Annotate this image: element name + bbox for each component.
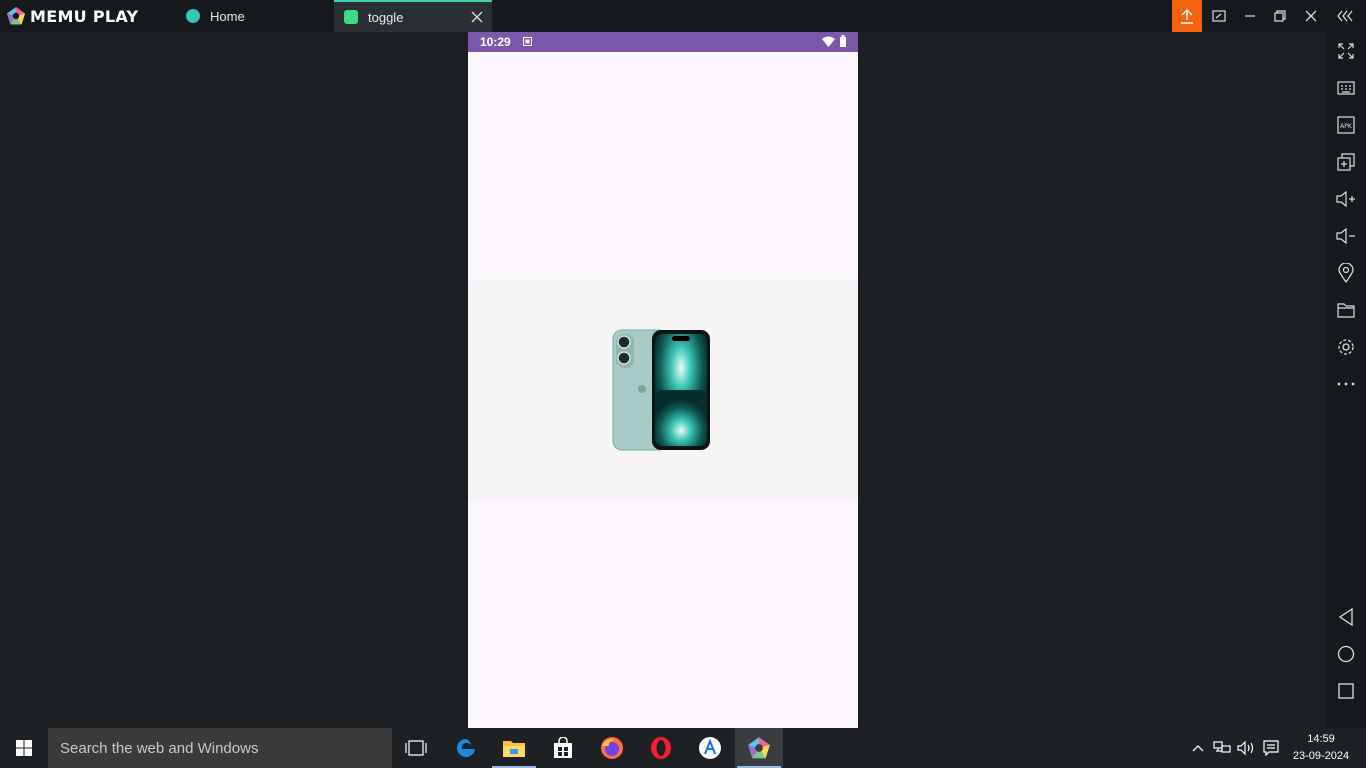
- title-bar: MEMU PLAY Home toggle: [0, 0, 1366, 32]
- task-view-icon: [405, 740, 427, 756]
- start-button[interactable]: [0, 728, 48, 768]
- collapse-sidebar-button[interactable]: [1330, 0, 1361, 32]
- clock-date: 23-09-2024: [1292, 750, 1350, 762]
- memu-taskbar-button[interactable]: [735, 728, 783, 768]
- file-explorer-taskbar-button[interactable]: [490, 728, 538, 768]
- fullscreen-icon: [1338, 43, 1354, 59]
- product-image-area: [468, 280, 858, 500]
- notification-icon: [523, 37, 532, 46]
- screen-icon: [1211, 10, 1226, 22]
- tab-home-label: Home: [210, 8, 245, 24]
- memu-logo: MEMU PLAY: [6, 6, 138, 26]
- battery-icon: [840, 35, 846, 47]
- file-explorer-icon: [503, 741, 525, 757]
- taskbar-search[interactable]: Search the web and Windows: [48, 728, 392, 768]
- tab-toggle-label: toggle: [368, 9, 404, 25]
- close-button[interactable]: [1295, 0, 1326, 32]
- opera-taskbar-button[interactable]: [637, 728, 685, 768]
- close-icon: [1305, 10, 1316, 22]
- volume-button[interactable]: [1234, 728, 1258, 768]
- memu-logo-icon: [7, 7, 25, 25]
- settings-button[interactable]: [1335, 336, 1357, 358]
- android-screen[interactable]: 10:29: [468, 32, 858, 728]
- multi-instance-button[interactable]: [1335, 151, 1357, 173]
- taskbar-clock[interactable]: 14:59 23-09-2024: [1290, 731, 1352, 765]
- fullscreen-button[interactable]: [1335, 40, 1357, 62]
- android-back-button[interactable]: [1335, 606, 1357, 628]
- windows-logo-icon: [16, 740, 32, 756]
- apk-button[interactable]: APK: [1335, 114, 1357, 136]
- speaker-icon: [1237, 741, 1254, 755]
- minimize-button[interactable]: [1234, 0, 1265, 32]
- android-recents-button[interactable]: [1335, 680, 1357, 702]
- chevron-up-icon: [1192, 745, 1204, 752]
- volume-down-icon: [1336, 227, 1355, 245]
- app-name: MEMU PLAY: [30, 6, 139, 26]
- firefox-icon: [601, 737, 623, 759]
- app-taskbar-button[interactable]: [686, 728, 734, 768]
- windows-taskbar: Search the web and Windows 14:59 23-09-2…: [0, 728, 1366, 768]
- back-icon: [1338, 608, 1353, 626]
- android-home-button[interactable]: [1335, 643, 1357, 665]
- iphone-product-image: [612, 329, 710, 451]
- restore-icon: [1273, 10, 1286, 22]
- edge-icon: [457, 739, 475, 757]
- opera-icon: [651, 737, 671, 759]
- keyboard-button[interactable]: [1335, 77, 1357, 99]
- memu-home-icon: [186, 9, 200, 23]
- wifi-icon: [822, 36, 835, 47]
- search-placeholder: Search the web and Windows: [60, 739, 259, 757]
- restore-button[interactable]: [1264, 0, 1295, 32]
- folder-button[interactable]: [1335, 299, 1357, 321]
- location-button[interactable]: [1335, 262, 1357, 284]
- apk-icon: APK: [1337, 116, 1355, 134]
- store-bag-icon: [554, 737, 572, 758]
- app-store-icon: [699, 737, 721, 759]
- network-icon: [1213, 741, 1231, 753]
- show-hidden-icons-button[interactable]: [1186, 728, 1210, 768]
- android-icon: [344, 10, 358, 24]
- more-icon: [1337, 382, 1355, 386]
- firefox-taskbar-button[interactable]: [588, 728, 636, 768]
- folder-icon: [1337, 303, 1355, 318]
- tab-toggle[interactable]: toggle: [334, 0, 492, 32]
- notification-center-icon: [1263, 740, 1279, 756]
- multi-instance-icon: [1337, 153, 1355, 171]
- home-circle-icon: [1337, 645, 1355, 663]
- upload-button[interactable]: [1172, 0, 1202, 32]
- tab-home[interactable]: Home: [176, 0, 332, 32]
- network-button[interactable]: [1210, 728, 1234, 768]
- recents-icon: [1338, 683, 1354, 699]
- upload-icon: [1181, 8, 1193, 24]
- keyboard-icon: [1337, 81, 1355, 95]
- more-button[interactable]: [1335, 373, 1357, 395]
- right-toolbar: APK: [1326, 32, 1366, 728]
- volume-down-button[interactable]: [1335, 225, 1357, 247]
- android-status-bar: 10:29: [468, 32, 858, 52]
- clock-time: 14:59: [1307, 733, 1335, 745]
- status-time: 10:29: [480, 35, 511, 49]
- minimize-icon: [1244, 15, 1255, 17]
- close-tab-icon[interactable]: [471, 11, 483, 23]
- settings-icon: [1338, 339, 1354, 355]
- store-taskbar-button[interactable]: [539, 728, 587, 768]
- action-center-button[interactable]: [1258, 728, 1284, 768]
- volume-up-button[interactable]: [1335, 188, 1357, 210]
- memu-icon: [748, 737, 770, 759]
- task-view-button[interactable]: [392, 728, 440, 768]
- svg-text:APK: APK: [1340, 123, 1353, 130]
- volume-up-icon: [1336, 190, 1355, 208]
- location-icon: [1338, 263, 1354, 283]
- triple-chevron-left-icon: [1336, 10, 1353, 22]
- screenshot-button[interactable]: [1203, 0, 1234, 32]
- edge-taskbar-button[interactable]: [442, 728, 490, 768]
